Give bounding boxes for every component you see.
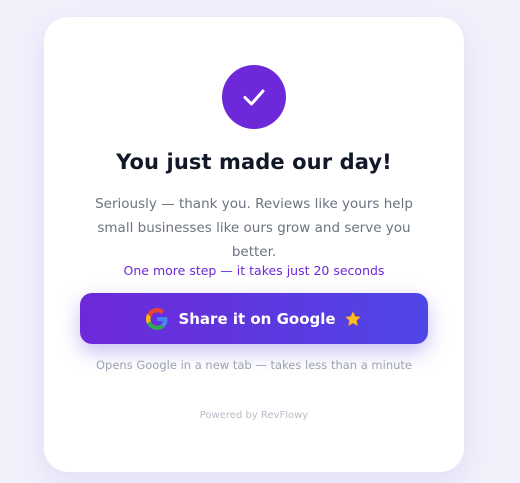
star-icon [345, 311, 360, 326]
share-button-label: Share it on Google [178, 309, 336, 328]
thank-you-message: Seriously — thank you. Reviews like your… [95, 196, 413, 260]
check-icon [243, 89, 265, 106]
next-step-prompt: One more step — it takes just 20 seconds [123, 263, 385, 278]
new-tab-note: Opens Google in a new tab — takes less t… [96, 358, 412, 372]
page-title: You just made our day! [116, 150, 392, 174]
review-thanks-card: You just made our day! Seriously — thank… [44, 17, 464, 472]
powered-by-footer: Powered by RevFlowy [199, 410, 309, 421]
success-badge [222, 65, 286, 129]
share-on-google-button[interactable]: Share it on Google [80, 293, 428, 344]
google-icon [146, 307, 168, 330]
